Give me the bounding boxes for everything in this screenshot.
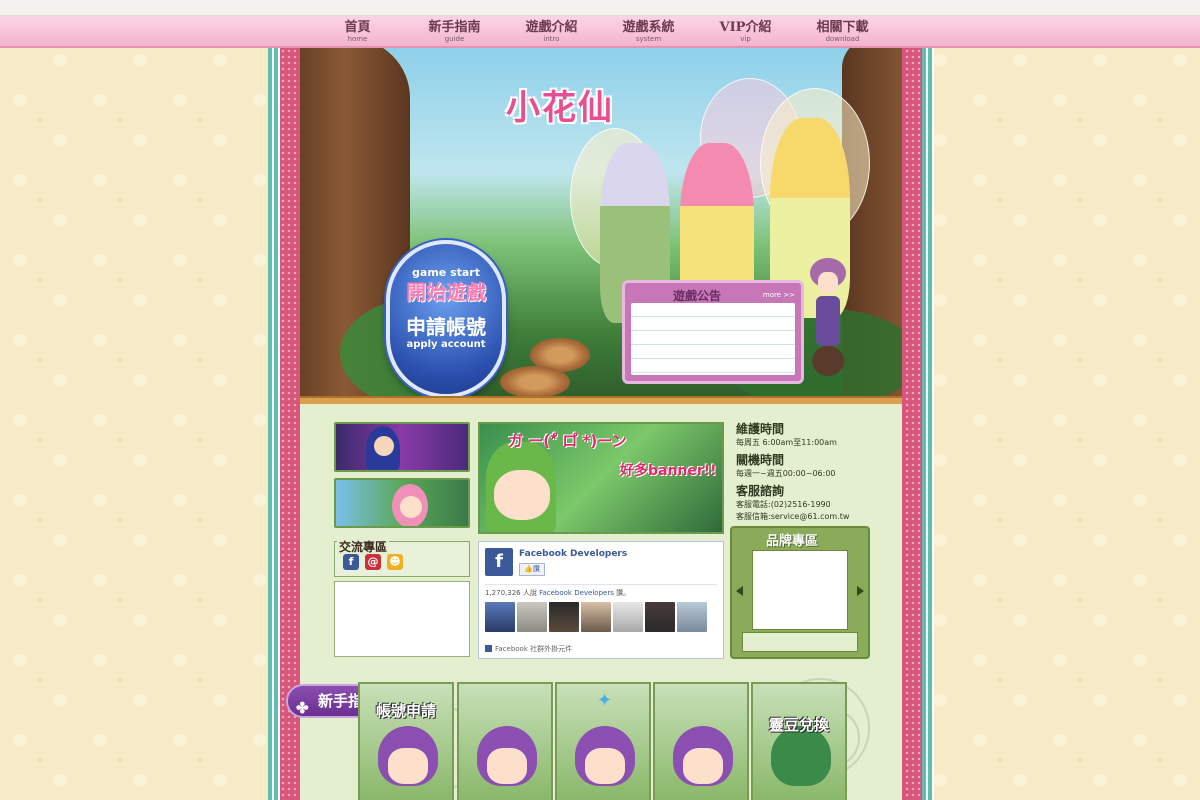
announcement-title: 遊戲公告 — [673, 289, 722, 303]
fan-avatar[interactable] — [549, 602, 579, 632]
hero-banner: 小花仙 game start 開始遊戲 申請帳號 apply account 遊… — [300, 48, 902, 404]
character-art — [400, 496, 422, 518]
announcement-more-link[interactable]: more >> — [763, 291, 795, 299]
start-game-zh: 開始遊戲 — [406, 280, 486, 304]
nav-label: 首頁 — [344, 20, 371, 35]
nav-download[interactable]: 相關下載 download — [794, 16, 891, 46]
facebook-like-button[interactable]: 👍讚 — [519, 563, 545, 576]
guide-card[interactable]: ✦ — [555, 682, 651, 800]
service-info: 維護時間 每周五 6:00am至11:00am 關機時間 每週一~週五00:00… — [736, 421, 896, 526]
facebook-plugin-label: Facebook 社群外掛元件 — [495, 645, 573, 653]
character-art — [683, 748, 723, 784]
community-title: 交流專區 — [337, 538, 390, 555]
clover-icon: ✤ — [296, 699, 309, 717]
facebook-fan-faces — [485, 602, 707, 632]
announcement-list — [631, 303, 795, 375]
top-strip — [0, 0, 1200, 16]
promo-text: ガ ー(*゚ ロ゚ *)ーン — [508, 432, 627, 450]
shutdown-time: 每週一~週五00:00~06:00 — [736, 469, 836, 478]
nav-sublabel: download — [825, 35, 860, 43]
banner-divider — [300, 396, 902, 404]
nav-label: 遊戲系統 — [622, 20, 675, 35]
promo-banner[interactable]: ガ ー(*゚ ロ゚ *)ーン 好多banner!! — [478, 422, 724, 534]
nav-label: VIP介紹 — [719, 20, 772, 35]
apply-account-zh[interactable]: 申請帳號 — [390, 315, 502, 339]
maintenance-heading: 維護時間 — [736, 422, 785, 436]
fan-avatar[interactable] — [581, 602, 611, 632]
nav-home[interactable]: 首頁 home — [309, 16, 406, 46]
feature-thumbnail[interactable] — [334, 422, 470, 472]
start-game-en: game start — [412, 266, 480, 279]
community-section: 交流專區 f @ ☻ — [334, 538, 470, 577]
guide-card[interactable] — [653, 682, 749, 800]
guide-card[interactable] — [457, 682, 553, 800]
guide-card-label: 靈豆兌換 — [768, 716, 829, 734]
character-art — [585, 748, 625, 784]
divider — [485, 584, 717, 585]
plurk-icon[interactable]: @ — [365, 554, 381, 570]
nav-label: 遊戲介紹 — [525, 20, 578, 35]
chibi-character — [810, 258, 846, 378]
nav-label: 相關下載 — [816, 20, 869, 35]
community-content-box — [334, 581, 470, 657]
support-phone: 客服電話:(02)2516-1990 — [736, 500, 831, 509]
tree-stump — [500, 366, 570, 398]
like-count-suffix: 讚。 — [613, 589, 631, 597]
fan-avatar[interactable] — [517, 602, 547, 632]
brand-section: 品牌專區 — [730, 526, 870, 659]
character-art — [374, 436, 394, 456]
fan-avatar[interactable] — [645, 602, 675, 632]
maintenance-time: 每周五 6:00am至11:00am — [736, 438, 837, 447]
guide-card-account[interactable]: 帳號申請 — [358, 682, 454, 800]
brand-prev-arrow-icon[interactable] — [736, 586, 743, 596]
brand-caption-bar — [742, 632, 858, 652]
nav-sublabel: vip — [740, 35, 751, 43]
nav-sublabel: system — [635, 35, 662, 43]
game-logo: 小花仙 — [506, 88, 614, 128]
brand-title: 品牌專區 — [766, 534, 819, 549]
water-drop-icon: ✦ — [597, 690, 613, 711]
support-heading: 客服諮詢 — [736, 484, 785, 498]
support-email[interactable]: 客服信箱:service@61.com.tw — [736, 511, 896, 522]
promo-subtext: 好多banner!! — [620, 463, 717, 479]
facebook-icon[interactable]: f — [343, 554, 359, 570]
character-art — [771, 726, 831, 786]
feature-thumbnail[interactable] — [334, 478, 470, 528]
character-art — [388, 748, 428, 784]
facebook-like-label: 讚 — [532, 565, 540, 573]
fan-avatar[interactable] — [613, 602, 643, 632]
nav-system[interactable]: 遊戲系統 system — [600, 16, 697, 46]
facebook-logo-icon[interactable]: f — [485, 548, 513, 576]
nav-vip[interactable]: VIP介紹 vip — [697, 16, 794, 46]
character-art — [487, 748, 527, 784]
apply-account-en[interactable]: apply account — [390, 339, 502, 350]
like-count-page[interactable]: Facebook Developers — [539, 589, 614, 597]
brand-image[interactable] — [752, 550, 848, 630]
nav-sublabel: intro — [543, 35, 560, 43]
facebook-like-box: f Facebook Developers 👍讚 1,270,326 人說 Fa… — [478, 541, 724, 659]
game-community-icon[interactable]: ☻ — [387, 554, 403, 570]
guide-card-label: 帳號申請 — [375, 702, 436, 720]
facebook-small-icon — [485, 645, 492, 652]
shutdown-heading: 關機時間 — [736, 453, 785, 467]
nav-intro[interactable]: 遊戲介紹 intro — [503, 16, 600, 46]
nav-sublabel: home — [347, 35, 368, 43]
facebook-page-name[interactable]: Facebook Developers — [519, 549, 627, 559]
facebook-plugin-footer: Facebook 社群外掛元件 — [485, 644, 572, 654]
nav-guide[interactable]: 新手指南 guide — [406, 16, 503, 46]
guide-card-bean-exchange[interactable]: 靈豆兌換 — [751, 682, 847, 800]
facebook-like-count: 1,270,326 人說 Facebook Developers 讚。 — [485, 588, 630, 598]
start-game-button[interactable]: game start 開始遊戲 申請帳號 apply account — [386, 240, 506, 398]
like-count-prefix: 1,270,326 人說 — [485, 589, 540, 597]
nav-label: 新手指南 — [428, 20, 481, 35]
nav-sublabel: guide — [444, 35, 465, 43]
fan-avatar[interactable] — [485, 602, 515, 632]
announcement-panel: 遊戲公告 more >> — [622, 280, 804, 384]
main-nav: 首頁 home 新手指南 guide 遊戲介紹 intro 遊戲系統 system VI… — [0, 16, 1200, 48]
frog-hood-character — [494, 470, 550, 520]
fan-avatar[interactable] — [677, 602, 707, 632]
brand-next-arrow-icon[interactable] — [857, 586, 864, 596]
